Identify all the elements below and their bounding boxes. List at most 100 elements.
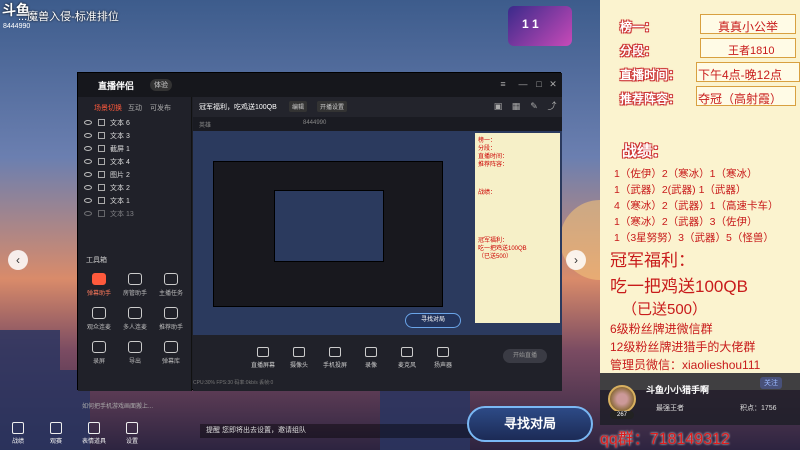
stream-name[interactable]: 冠军福利，吃鸡送100QB: [199, 102, 277, 112]
mic-link-tool-button[interactable]: 观众连麦: [82, 307, 116, 339]
background-building: [380, 390, 470, 450]
lineup-label: 推荐阵容：: [620, 92, 681, 106]
streamer-info-panel: 榜一： 真真小公举 分段： 王者1810 直播时间： 下午4点-晚12点 推荐阵…: [600, 0, 800, 390]
eye-icon[interactable]: [84, 198, 92, 203]
player-rank: 最强王者: [656, 405, 684, 412]
eye-icon[interactable]: [84, 120, 92, 125]
player-profile-card: 关注 267 斗鱼小小猎手啊 最强王者 积点：1756: [600, 373, 800, 425]
start-live-button[interactable]: 开始直播: [503, 349, 547, 363]
multi-link-tool-button[interactable]: 多人连麦: [118, 307, 152, 339]
maximize-icon[interactable]: □: [534, 79, 544, 89]
microphone-button[interactable]: 麦克风: [391, 347, 423, 369]
checkbox[interactable]: [98, 119, 105, 126]
task-icon: [164, 273, 178, 285]
source-row[interactable]: 文本 4: [84, 156, 184, 169]
stream-preview: 榜一： 分段： 直播时间： 推荐阵容： 战绩： 冠军福利： 吃一把鸡送100QB…: [193, 131, 562, 335]
prev-arrow-button[interactable]: ‹: [8, 250, 28, 270]
source-row[interactable]: 图片 2: [84, 169, 184, 182]
minimize-icon[interactable]: —: [518, 79, 528, 89]
source-row[interactable]: 文本 1: [84, 195, 184, 208]
checkbox[interactable]: [98, 210, 105, 217]
eye-icon[interactable]: [84, 146, 92, 151]
tab-interact[interactable]: 互动: [128, 103, 142, 113]
menu-icon[interactable]: ≡: [498, 79, 508, 89]
task-tool-button[interactable]: 主播任务: [154, 273, 188, 305]
lock-icon[interactable]: ▣: [493, 101, 503, 111]
tab-scenes[interactable]: 场景切换: [94, 103, 122, 113]
time-value: 下午4点-晚12点: [698, 68, 783, 82]
tab-publish[interactable]: 可发布: [150, 103, 171, 113]
next-arrow-button[interactable]: ›: [566, 250, 586, 270]
video-icon: [365, 347, 377, 357]
version-badge: 体验: [150, 79, 172, 91]
close-icon[interactable]: ✕: [548, 79, 558, 89]
checkbox[interactable]: [98, 171, 105, 178]
source-row[interactable]: 截屏 1: [84, 143, 184, 156]
record-line: 1（3星努努）3（武器）5（怪兽）: [614, 232, 774, 244]
room-id: 8444990: [3, 23, 31, 30]
record-title: 战绩：: [622, 143, 668, 160]
fan-group-line: 管理员微信：xiaolieshou111: [610, 358, 761, 372]
avatar[interactable]: [608, 385, 636, 413]
settings-chip[interactable]: 开播设置: [317, 101, 348, 112]
checkbox[interactable]: [98, 184, 105, 191]
checkbox[interactable]: [98, 158, 105, 165]
flag-icon: [50, 422, 62, 434]
find-match-button[interactable]: 寻找对局: [467, 406, 593, 442]
eye-icon[interactable]: [84, 185, 92, 190]
speaker-icon: [437, 347, 449, 357]
edit-chip[interactable]: 编辑: [289, 101, 308, 112]
speaker-button[interactable]: 扬声器: [427, 347, 459, 369]
spectate-button[interactable]: 观赛: [44, 422, 68, 445]
layout-icon[interactable]: ▦: [511, 101, 521, 111]
trophy-icon: [12, 422, 24, 434]
library-tool-button[interactable]: 弹幕库: [154, 341, 188, 373]
library-icon: [164, 341, 178, 353]
microphone-icon: [401, 347, 413, 357]
record-line: 4（寒冰）2（武器）1（高速卡车）: [614, 200, 779, 212]
source-row[interactable]: 文本 3: [84, 130, 184, 143]
record-line: 1（寒冰）2（武器）3（佐伊）: [614, 216, 758, 228]
eye-icon[interactable]: [84, 133, 92, 138]
eye-icon[interactable]: [84, 172, 92, 177]
prize-title: 冠军福利：: [610, 251, 695, 270]
admin-tool-button[interactable]: 房管助手: [118, 273, 152, 305]
left-panel: 场景切换 互动 可发布 文本 6 文本 3 截屏 1 文本 4 图片 2 文本 …: [78, 97, 192, 410]
monitor-icon: [257, 347, 269, 357]
eye-icon[interactable]: [84, 159, 92, 164]
checkbox[interactable]: [98, 132, 105, 139]
recommend-tool-button[interactable]: 推荐助手: [154, 307, 188, 339]
camera-button[interactable]: 摄像头: [283, 347, 315, 369]
settings-button[interactable]: 设置: [120, 422, 144, 445]
emote-button[interactable]: 表情道具: [82, 422, 106, 445]
checkbox[interactable]: [98, 197, 105, 204]
export-tool-button[interactable]: 导出: [118, 341, 152, 373]
phone-cast-button[interactable]: 手机投屏: [319, 347, 351, 369]
nested-preview: [213, 161, 443, 307]
qq-group: qq群：718149312: [600, 431, 730, 448]
streaming-app-window: 直播伴侣 体验 ≡ — □ ✕ 场景切换 互动 可发布 文本 6 文本 3 截屏…: [77, 72, 562, 410]
source-row[interactable]: 文本 6: [84, 117, 184, 130]
help-tip[interactable]: 如何把手机游戏画面搬上...: [82, 401, 153, 410]
follow-button[interactable]: 关注: [760, 377, 782, 389]
danmaku-tool-button[interactable]: 弹幕助手: [82, 273, 116, 305]
rank-label: 榜一：: [620, 20, 657, 34]
source-row[interactable]: 文本 13: [84, 208, 184, 221]
chat-hint[interactable]: 提醒 您即将出去设置，邀请组队: [200, 424, 480, 438]
app-titlebar: 直播伴侣 体验 ≡ — □ ✕: [78, 73, 562, 97]
category-label: 英雄: [199, 123, 212, 129]
screen-capture-button[interactable]: 直播屏幕: [247, 347, 279, 369]
record-icon: [92, 341, 106, 353]
edit-icon[interactable]: ✎: [529, 101, 539, 111]
tier-value: 王者1810: [728, 45, 775, 57]
record-game-button[interactable]: 战绩: [6, 422, 30, 445]
share-icon[interactable]: ⤴: [547, 101, 557, 111]
record-button[interactable]: 录像: [355, 347, 387, 369]
checkbox[interactable]: [98, 145, 105, 152]
record-tool-button[interactable]: 录屏: [82, 341, 116, 373]
eye-icon[interactable]: [84, 211, 92, 216]
game-screen: 斗鱼 ...魔兽入侵-标准排位 8444990 1 1 直播伴侣 体验 ≡ — …: [0, 0, 800, 450]
source-row[interactable]: 文本 2: [84, 182, 184, 195]
rank-value: 真真小公举: [718, 20, 779, 34]
stream-toolbar: 冠军福利，吃鸡送100QB 编辑 开播设置 ▣ ▦ ✎ ⤴: [193, 97, 562, 117]
